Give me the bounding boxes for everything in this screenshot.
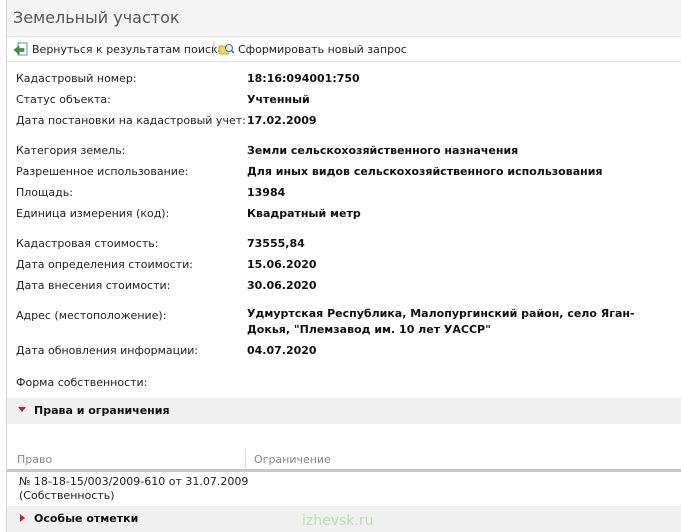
land-plot-panel: Земельный участок Вернуться к результата…: [6, 0, 681, 532]
rights-table-header: Право Ограничение: [7, 449, 681, 472]
field-label-address: Адрес (местоположение):: [16, 309, 167, 322]
field-value-permitted-use: Для иных видов сельскохозяйственного исп…: [247, 165, 603, 178]
column-header-restriction: Ограничение: [254, 453, 331, 466]
triangle-down-icon: [18, 407, 26, 412]
column-header-right: Право: [17, 453, 53, 466]
special-marks-section-title: Особые отметки: [34, 512, 139, 525]
new-query-label: Сформировать новый запрос: [238, 42, 407, 56]
field-label-area: Площадь:: [16, 186, 73, 199]
rights-section-header[interactable]: Права и ограничения: [7, 398, 681, 424]
field-label-valuation-date: Дата определения стоимости:: [16, 258, 193, 271]
field-value-registration-date: 17.02.2009: [247, 114, 317, 127]
field-value-update-date: 04.07.2020: [247, 344, 317, 357]
field-label-status: Статус объекта:: [16, 93, 111, 106]
field-label-land-category: Категория земель:: [16, 144, 126, 157]
toolbar-separator: [213, 41, 214, 57]
right-record-type: (Собственность): [19, 489, 115, 502]
field-label-permitted-use: Разрешенное использование:: [16, 165, 189, 178]
field-value-cadastral-number: 18:16:094001:750: [247, 72, 360, 85]
field-label-cadastral-number: Кадастровый номер:: [16, 72, 137, 85]
rights-section-title: Права и ограничения: [34, 404, 170, 417]
field-value-unit: Квадратный метр: [247, 207, 361, 220]
field-value-area: 13984: [247, 186, 286, 199]
field-label-registration-date: Дата постановки на кадастровый учет:: [16, 114, 246, 127]
watermark-text: izhevsk.ru: [302, 513, 374, 529]
field-label-update-date: Дата обновления информации:: [16, 344, 199, 357]
field-value-valuation-date: 15.06.2020: [247, 258, 317, 271]
toolbar: Вернуться к результатам поиска Сформиров…: [7, 37, 681, 62]
field-label-cadastral-value: Кадастровая стоимость:: [16, 237, 159, 250]
back-to-results-label: Вернуться к результатам поиска: [32, 42, 225, 56]
field-value-cadastral-value: 73555,84: [247, 237, 305, 250]
field-value-status: Учтенный: [247, 93, 310, 106]
field-value-value-entry-date: 30.06.2020: [247, 279, 317, 292]
back-arrow-icon: [13, 42, 28, 56]
field-label-ownership-form: Форма собственности:: [16, 376, 148, 389]
field-label-unit: Единица измерения (код):: [16, 207, 170, 220]
new-query-button[interactable]: Сформировать новый запрос: [218, 40, 407, 58]
column-separator: [245, 449, 246, 469]
back-to-results-button[interactable]: Вернуться к результатам поиска: [13, 40, 224, 58]
new-query-icon: [218, 44, 235, 55]
right-record-number: № 18-18-15/003/2009-610 от 31.07.2009: [19, 475, 249, 488]
field-value-land-category: Земли сельскохозяйственного назначения: [247, 144, 519, 157]
field-value-address: Удмуртская Республика, Малопургинский ра…: [247, 307, 635, 336]
triangle-right-icon: [20, 514, 25, 522]
field-label-value-entry-date: Дата внесения стоимости:: [16, 279, 171, 292]
page-title: Земельный участок: [13, 8, 180, 27]
title-bar: Земельный участок: [7, 0, 681, 37]
